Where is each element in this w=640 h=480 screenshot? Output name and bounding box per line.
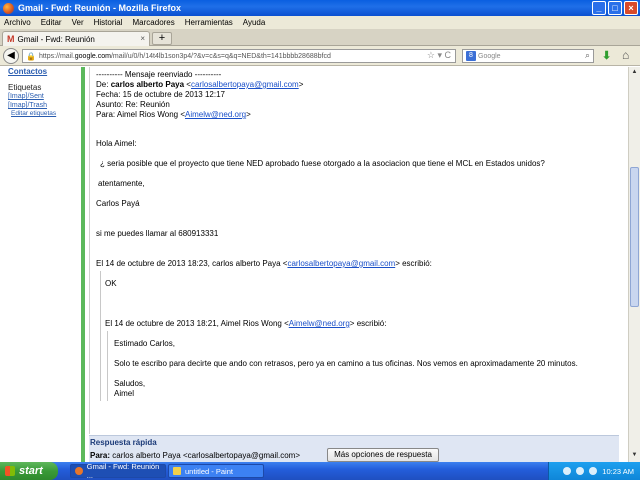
system-tray: 10:23 AM [548,462,640,480]
volume-tray-icon[interactable] [589,467,598,475]
message-body: ---------- Mensaje reenviado ---------- … [89,67,619,434]
minimize-button[interactable]: _ [592,1,606,15]
left-sidebar: Contactos Etiquetas [Imap]/Sent [Imap]/T… [8,67,78,117]
firefox-task-icon [75,467,83,475]
quick-reply-panel: Respuesta rápida Para: carlos alberto Pa… [89,435,619,462]
window-controls: _ □ × [592,1,638,15]
menu-ayuda[interactable]: Ayuda [243,18,266,27]
windows-taskbar: start Gmail - Fwd: Reunión ... untitled … [0,462,640,480]
window-title: Gmail - Fwd: Reunión - Mozilla Firefox [18,3,182,13]
from-name: carlos alberto Paya [110,80,185,89]
search-box[interactable]: 8 Google ⌕ [462,49,594,63]
firefox-icon [3,2,14,14]
close-window-button[interactable]: × [624,1,638,15]
reply2-body: Solo te escribo para decirte que ando co… [114,359,578,368]
to-email-link[interactable]: Aimelw@ned.org [185,110,246,119]
tab-close-icon[interactable]: × [140,34,145,43]
menu-marcadores[interactable]: Marcadores [133,18,175,27]
gmail-icon: M [7,34,15,44]
reply2-closing: Saludos, [114,379,146,388]
green-divider [81,67,85,462]
taskbar-item-paint[interactable]: untitled - Paint [168,464,264,478]
menu-archivo[interactable]: Archivo [4,18,31,27]
greeting-text: Hola Aimel: [96,139,137,148]
menu-editar[interactable]: Editar [41,18,62,27]
back-button[interactable]: ◀ [3,48,19,64]
to-line: Para: Aimel Rios Wong <Aimelw@ned.org> [96,110,251,119]
label-sent-link[interactable]: [Imap]/Sent [8,92,78,101]
menu-ver[interactable]: Ver [72,18,84,27]
scroll-thumb[interactable] [630,167,639,307]
network-tray-icon[interactable] [576,467,585,475]
taskbar-item-firefox[interactable]: Gmail - Fwd: Reunión ... [70,462,166,480]
tab-gmail[interactable]: M Gmail - Fwd: Reunión × [2,31,150,46]
tab-label: Gmail - Fwd: Reunión [17,34,95,44]
labels-heading: Etiquetas [8,83,42,92]
search-placeholder: Google [478,52,501,60]
scroll-down-icon[interactable]: ▼ [630,451,639,460]
google-icon: 8 [466,51,476,61]
menu-herramientas[interactable]: Herramientas [185,18,233,27]
reply1-email-link[interactable]: carlosalbertopaya@gmail.com [287,259,395,268]
scroll-up-icon[interactable]: ▲ [630,68,639,77]
label-trash-link[interactable]: [Imap]/Trash [8,101,78,110]
bookmark-star-icon[interactable]: ☆ ▾ C [427,50,451,61]
quick-reply-to: Para: carlos alberto Paya <carlosalberto… [90,451,301,460]
reply2-email-link[interactable]: Aimelw@ned.org [289,319,350,328]
forward-marker: ---------- Mensaje reenviado ---------- [96,70,222,79]
reply2-signature: Aimel [114,389,135,398]
date-line: Fecha: 15 de octubre de 2013 12:17 [96,90,225,99]
from-email-link[interactable]: carlosalbertopaya@gmail.com [191,80,299,89]
start-button[interactable]: start [0,462,58,480]
reply2-greeting: Estimado Carlos, [114,339,175,348]
phone-text: si me puedes llamar al 680913331 [96,229,219,238]
edit-labels-link[interactable]: Editar etiquetas [11,110,78,117]
home-icon[interactable]: ⌂ [622,48,629,62]
maximize-button[interactable]: □ [608,1,622,15]
url-path: /mail/u/0/h/14t4lb1son3p4/?&v=c&s=q&q=NE… [110,52,331,60]
closing-text: atentamente, [98,179,145,188]
menu-bar: Archivo Editar Ver Historial Marcadores … [0,16,640,29]
paint-task-icon [173,467,181,475]
quick-reply-title: Respuesta rápida [90,438,157,447]
reply2-header: El 14 de octubre de 2013 18:21, Aimel Ri… [105,319,387,328]
url-host: google.com [74,52,111,60]
subject-line: Asunto: Re: Reunión [96,100,170,109]
signature-text: Carlos Payá [96,199,140,208]
from-line: De: carlos alberto Paya <carlosalbertopa… [96,80,304,89]
tab-bar: M Gmail - Fwd: Reunión × + [0,29,640,46]
reply1-body: OK [105,279,117,288]
url-bar[interactable]: 🔒 https://mail. google.com/mail/u/0/h/14t… [22,49,456,63]
page-scrollbar[interactable]: ▲ ▼ [628,67,640,462]
more-reply-options-button[interactable]: Más opciones de respuesta [327,448,439,462]
lock-icon: 🔒 [26,51,36,61]
url-prefix: https://mail. [38,52,75,60]
contacts-link[interactable]: Contactos [8,67,78,76]
navigation-bar: ◀ 🔒 https://mail. google.com/mail/u/0/h/1… [0,46,640,66]
reply1-header: El 14 de octubre de 2013 18:23, carlos a… [96,259,432,268]
menu-historial[interactable]: Historial [94,18,123,27]
new-tab-button[interactable]: + [152,32,172,45]
gmail-page: Contactos Etiquetas [Imap]/Sent [Imap]/T… [0,67,628,462]
windows-logo-icon [5,466,15,476]
clock: 10:23 AM [602,466,634,476]
download-icon[interactable]: ⬇ [602,49,611,62]
window-titlebar: Gmail - Fwd: Reunión - Mozilla Firefox _… [0,0,640,16]
help-tray-icon[interactable] [563,467,572,475]
question-text: ¿ seria posible que el proyecto que tien… [100,159,545,168]
search-icon[interactable]: ⌕ [585,50,590,61]
